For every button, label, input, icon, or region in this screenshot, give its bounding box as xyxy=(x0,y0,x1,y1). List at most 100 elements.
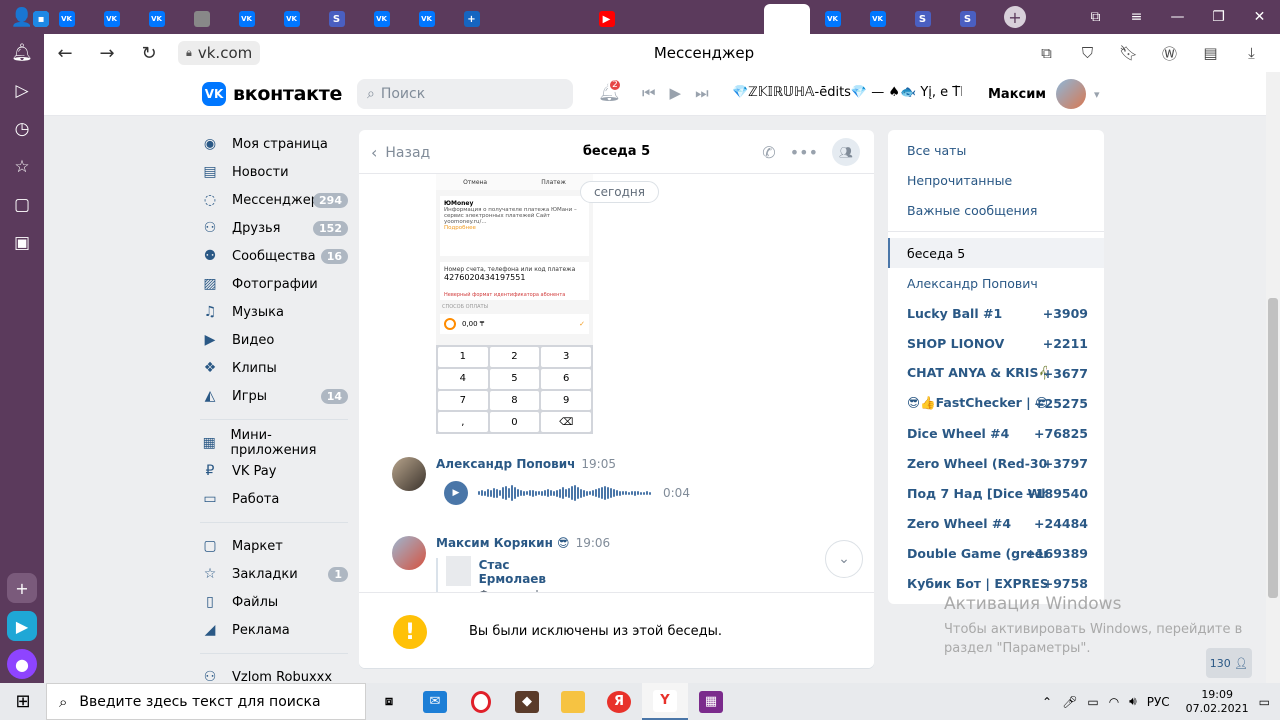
more-icon[interactable]: ••• xyxy=(790,143,818,162)
tab[interactable]: S xyxy=(314,4,359,34)
menu-item[interactable]: ₽ VK Pay xyxy=(200,457,348,485)
tab[interactable]: ▪ xyxy=(33,4,674,34)
clock[interactable]: 19:09 07.02.2021 xyxy=(1186,688,1249,716)
restore-button[interactable]: ❐ xyxy=(1198,0,1239,34)
game-icon[interactable]: ◆ xyxy=(504,683,550,720)
yandex-browser-icon[interactable]: Y xyxy=(642,683,688,720)
play-icon[interactable]: ▶ xyxy=(444,481,468,505)
menu-item[interactable]: ⚇ Друзья 152 xyxy=(200,214,348,242)
download-icon[interactable]: ⤓ xyxy=(1231,34,1272,72)
task-view-icon[interactable]: ⧈ xyxy=(366,683,412,720)
menu-item[interactable]: ◉ Моя страница xyxy=(200,130,348,158)
conversation-item[interactable]: Zero Wheel (Red-30) +3797 xyxy=(888,448,1104,478)
menu-item[interactable]: ☆ Закладки 1 xyxy=(200,560,348,588)
tab[interactable]: VK xyxy=(224,4,269,34)
extension-icon[interactable]: Ⓦ xyxy=(1149,34,1190,72)
conversation-item[interactable]: SHOP LIONOV +2211 xyxy=(888,328,1104,358)
tab[interactable]: VK xyxy=(810,4,855,34)
waveform[interactable] xyxy=(478,483,651,503)
wifi-icon[interactable]: ◠ xyxy=(1109,695,1119,709)
yandex-icon[interactable]: Я xyxy=(596,683,642,720)
chevron-up-icon[interactable]: ⌃ xyxy=(1042,695,1052,709)
menu-item[interactable]: ◭ Игры 14 xyxy=(200,382,348,410)
minimize-button[interactable]: — xyxy=(1157,0,1198,34)
close-window-button[interactable]: ✕ xyxy=(1239,0,1280,34)
tab-active[interactable]: ▪ xyxy=(33,4,810,34)
opera-icon[interactable] xyxy=(458,683,504,720)
forward-arrow-icon[interactable]: → xyxy=(86,34,128,72)
add-app-icon[interactable]: + xyxy=(7,573,37,603)
tab[interactable]: VK xyxy=(134,4,179,34)
calendar-icon[interactable]: ▣ xyxy=(0,224,44,262)
url-field[interactable]: 🔒︎ vk.com xyxy=(178,41,261,65)
conversation-item[interactable]: 😎👍FastChecker | 😎 +25275 xyxy=(888,388,1104,418)
tab[interactable]: VK xyxy=(855,4,900,34)
taskbar-search[interactable]: ⌕ Введите здесь текст для поиска xyxy=(46,683,366,720)
phone-icon[interactable]: ✆ xyxy=(762,143,775,162)
language-indicator[interactable]: РУС xyxy=(1147,695,1170,709)
explorer-icon[interactable] xyxy=(550,683,596,720)
conversation-item-active[interactable]: беседа 5 xyxy=(888,238,1104,268)
folder-item[interactable]: Важные сообщения xyxy=(888,195,1104,225)
menu-item[interactable]: ♫ Музыка xyxy=(200,298,348,326)
new-tab-button[interactable]: + xyxy=(1004,6,1026,28)
search-box[interactable]: ⌕ xyxy=(357,79,573,109)
avatar[interactable] xyxy=(392,536,426,570)
windows-start-icon[interactable]: ⊞ xyxy=(0,683,46,720)
menu-item[interactable]: ❖ Клипы xyxy=(200,354,348,382)
media-icon[interactable]: ▷ xyxy=(0,72,44,110)
conversation-avatar-icon[interactable]: 👥︎ xyxy=(832,138,860,166)
conversation-item[interactable]: Александр Попович xyxy=(888,268,1104,298)
conversation-item[interactable]: Lucky Ball #1 +3909 xyxy=(888,298,1104,328)
message-author[interactable]: Александр Попович 19:05 xyxy=(436,457,616,471)
avatar[interactable] xyxy=(392,457,426,491)
copy-icon[interactable]: ⧉ xyxy=(1026,34,1067,72)
user-menu[interactable]: Максим ▾ xyxy=(988,79,1100,109)
collections-icon[interactable]: ▤ xyxy=(1190,34,1231,72)
tab[interactable]: ▪ xyxy=(33,4,764,34)
menu-item[interactable]: ▶ Видео xyxy=(200,326,348,354)
back-arrow-icon[interactable]: ← xyxy=(44,34,86,72)
menu-item[interactable]: ◌ Мессенджер 294 xyxy=(200,186,348,214)
bookmark-icon[interactable]: 🔖︎ xyxy=(1108,34,1149,72)
tab[interactable]: S xyxy=(900,4,945,34)
tab[interactable] xyxy=(179,4,224,34)
menu-item[interactable]: ▢ Маркет xyxy=(200,532,348,560)
menu-item[interactable]: ▯ Файлы xyxy=(200,588,348,616)
tabs-overview-icon[interactable]: ⧉ xyxy=(1075,0,1116,34)
menu-item[interactable]: ▨ Фотографии xyxy=(200,270,348,298)
conversation-item[interactable]: Double Game (green-30)+169389 xyxy=(888,538,1104,568)
page-scrollbar[interactable] xyxy=(1266,72,1280,683)
tab[interactable]: ▶ xyxy=(584,4,629,34)
reload-icon[interactable]: ↻ xyxy=(128,34,170,72)
conversation-item[interactable]: CHAT ANYA & KRIS🥀 +3677 xyxy=(888,358,1104,388)
notifications-bell-icon[interactable]: 🔔︎ 2 xyxy=(598,78,622,103)
attached-photo[interactable]: Отмена Платеж ЮMoney Информация о получа… xyxy=(436,174,593,434)
folder-item[interactable]: Все чаты xyxy=(888,135,1104,165)
winrar-icon[interactable]: ▦ xyxy=(688,683,734,720)
vk-logo[interactable]: VK вконтакте xyxy=(202,82,342,106)
conversation-item[interactable]: Под 7 Над [Dice Wheel]+189540 xyxy=(888,478,1104,508)
conversation-item[interactable]: Dice Wheel #4 +76825 xyxy=(888,418,1104,448)
folder-item[interactable]: Непрочитанные xyxy=(888,165,1104,195)
tab[interactable]: ▪ xyxy=(33,4,539,34)
tab[interactable]: ▪ xyxy=(33,4,584,34)
history-icon[interactable]: ◷ xyxy=(0,110,44,148)
microphone-icon[interactable]: 🎤︎ xyxy=(1062,695,1077,709)
tab[interactable]: ▪ xyxy=(33,4,719,34)
tab[interactable]: VK xyxy=(44,4,89,34)
previous-track-icon[interactable]: ⏮ xyxy=(642,84,656,102)
next-track-icon[interactable]: ⏭ xyxy=(695,84,709,102)
menu-item[interactable]: ◢ Реклама xyxy=(200,616,348,644)
tab[interactable]: VK xyxy=(359,4,404,34)
menu-icon[interactable]: ≡ xyxy=(1116,0,1157,34)
menu-item[interactable]: ⚉ Сообщества 16 xyxy=(200,242,348,270)
tab[interactable]: VK xyxy=(89,4,134,34)
menu-item[interactable]: ▭ Работа xyxy=(200,485,348,513)
conversation-item[interactable]: Zero Wheel #4 +24484 xyxy=(888,508,1104,538)
mail-icon[interactable]: ✉ xyxy=(412,683,458,720)
notifications-icon[interactable]: 🔔︎ xyxy=(0,34,44,72)
collections-icon[interactable]: ▢ xyxy=(0,186,44,224)
now-playing-title[interactable]: 💎ℤ𝕂𝕀ℝ𝕌ℍ𝔸-ēdits💎 — ♠🐟 Ÿį, e ŤĪ ... xyxy=(732,85,962,100)
volume-icon[interactable]: 🔊︎ xyxy=(1129,694,1137,709)
